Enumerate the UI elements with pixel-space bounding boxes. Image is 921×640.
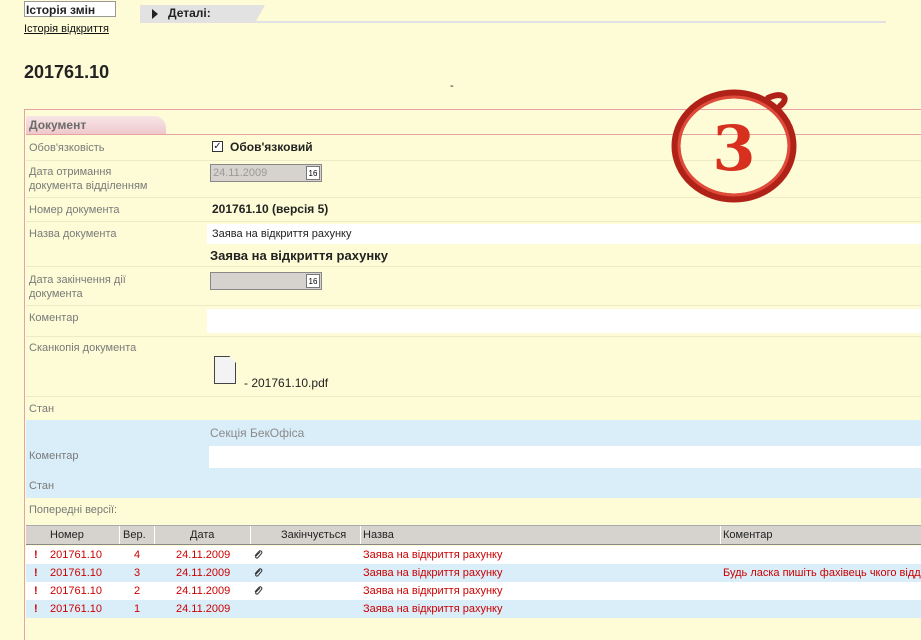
row-divider (26, 336, 921, 337)
cell-version: 1 (134, 603, 141, 615)
cell-date: 24.11.2009 (176, 585, 231, 597)
details-bar[interactable]: Деталі: (140, 5, 886, 23)
doc-name-value: Заява на відкриття рахунку (212, 228, 352, 240)
cell-name: Заява на відкриття рахунку (363, 567, 503, 579)
scan-label: Сканкопія документа (29, 342, 137, 354)
table-row[interactable]: ! 201761.10 4 24.11.2009 Заява на відкриття … (26, 546, 921, 564)
doc-name-title: Заява на відкриття рахунку (210, 248, 388, 263)
details-label: Деталі: (168, 6, 211, 20)
col-header-comment[interactable]: Коментар (721, 526, 921, 544)
cell-date: 24.11.2009 (176, 567, 231, 579)
cell-number: 201761.10 (50, 549, 102, 561)
priority-flag-icon: ! (34, 603, 38, 615)
row-divider (26, 305, 921, 306)
row-divider (26, 221, 921, 222)
receipt-date-value: 24.11.2009 (213, 167, 268, 179)
stamp-text: 3 (712, 112, 755, 185)
col-header-version[interactable]: Вер. (120, 526, 155, 544)
doc-number-value: 201761.10 (версія 5) (212, 202, 329, 216)
backoffice-comment-input[interactable] (209, 446, 921, 468)
number-three-stamp-icon: 3 (671, 89, 797, 203)
backoffice-status-label: Стан (29, 480, 55, 492)
row-divider (26, 266, 921, 267)
backoffice-comment-label: Коментар (29, 450, 79, 462)
mandatory-checkbox[interactable]: ✓ (212, 141, 223, 152)
expand-arrow-icon[interactable] (152, 9, 158, 19)
col-header-date[interactable]: Дата (155, 526, 251, 544)
end-date-input[interactable]: 16 (210, 272, 322, 290)
priority-flag-icon: ! (34, 549, 38, 561)
cell-name: Заява на відкриття рахунку (363, 585, 503, 597)
separator-dash: - (450, 80, 454, 92)
cell-name: Заява на відкриття рахунку (363, 603, 503, 615)
comment-label: Коментар (29, 312, 79, 324)
priority-flag-icon: ! (34, 585, 38, 597)
doc-name-label: Назва документа (29, 228, 117, 240)
col-header-name[interactable]: Назва (361, 526, 721, 544)
end-date-label-line2: документа (29, 288, 83, 300)
status-label: Стан (29, 403, 55, 415)
scan-file-link[interactable]: - 201761.10.pdf (244, 376, 328, 390)
cell-comment: Будь ласка пишіть фахівець чкого відд (723, 567, 921, 579)
backoffice-section-title: Секція БекОфіса (210, 426, 305, 440)
cell-date: 24.11.2009 (176, 549, 231, 561)
cell-date: 24.11.2009 (176, 603, 231, 615)
receipt-date-input[interactable]: 24.11.2009 16 (210, 164, 322, 182)
cell-number: 201761.10 (50, 567, 102, 579)
tab-history-changes[interactable]: Історія змін (24, 1, 116, 17)
table-row[interactable]: ! 201761.10 1 24.11.2009 Заява на відкриття … (26, 600, 921, 618)
col-header-number[interactable]: Номер (26, 526, 120, 544)
doc-number-label: Номер документа (29, 204, 120, 216)
cell-version: 3 (134, 567, 141, 579)
details-divider (255, 21, 886, 23)
cell-name: Заява на відкриття рахунку (363, 549, 503, 561)
comment-input[interactable] (207, 309, 921, 333)
mandatory-checkbox-label: Обов'язковий (230, 140, 313, 154)
receipt-date-label-line2: документа відділенням (29, 180, 148, 192)
row-divider (26, 396, 921, 397)
paperclip-icon[interactable] (253, 568, 263, 578)
versions-grid-header: Номер Вер. Дата Закінчується Назва Комен… (26, 525, 921, 545)
link-open-history[interactable]: Історія відкриття (24, 23, 109, 35)
prev-versions-label: Попередні версії: (29, 504, 118, 516)
paperclip-icon[interactable] (253, 550, 263, 560)
col-header-expires[interactable]: Закінчується (251, 526, 361, 544)
pdf-file-icon[interactable] (214, 356, 236, 384)
receipt-date-label-line1: Дата отримання (29, 166, 112, 178)
cell-version: 4 (134, 549, 141, 561)
cell-version: 2 (134, 585, 141, 597)
end-date-label-line1: Дата закінчення дії (29, 274, 126, 286)
cell-number: 201761.10 (50, 603, 102, 615)
table-row[interactable]: ! 201761.10 3 24.11.2009 Заява на відкриття … (26, 564, 921, 582)
calendar-icon[interactable]: 16 (306, 274, 320, 288)
page-title: 201761.10 (24, 62, 110, 82)
priority-flag-icon: ! (34, 567, 38, 579)
calendar-icon[interactable]: 16 (306, 166, 320, 180)
section-tab-document: Документ (26, 116, 166, 134)
mandatory-label: Обов'язковість (29, 142, 105, 154)
paperclip-icon[interactable] (253, 586, 263, 596)
cell-number: 201761.10 (50, 585, 102, 597)
table-row[interactable]: ! 201761.10 2 24.11.2009 Заява на відкриття … (26, 582, 921, 600)
